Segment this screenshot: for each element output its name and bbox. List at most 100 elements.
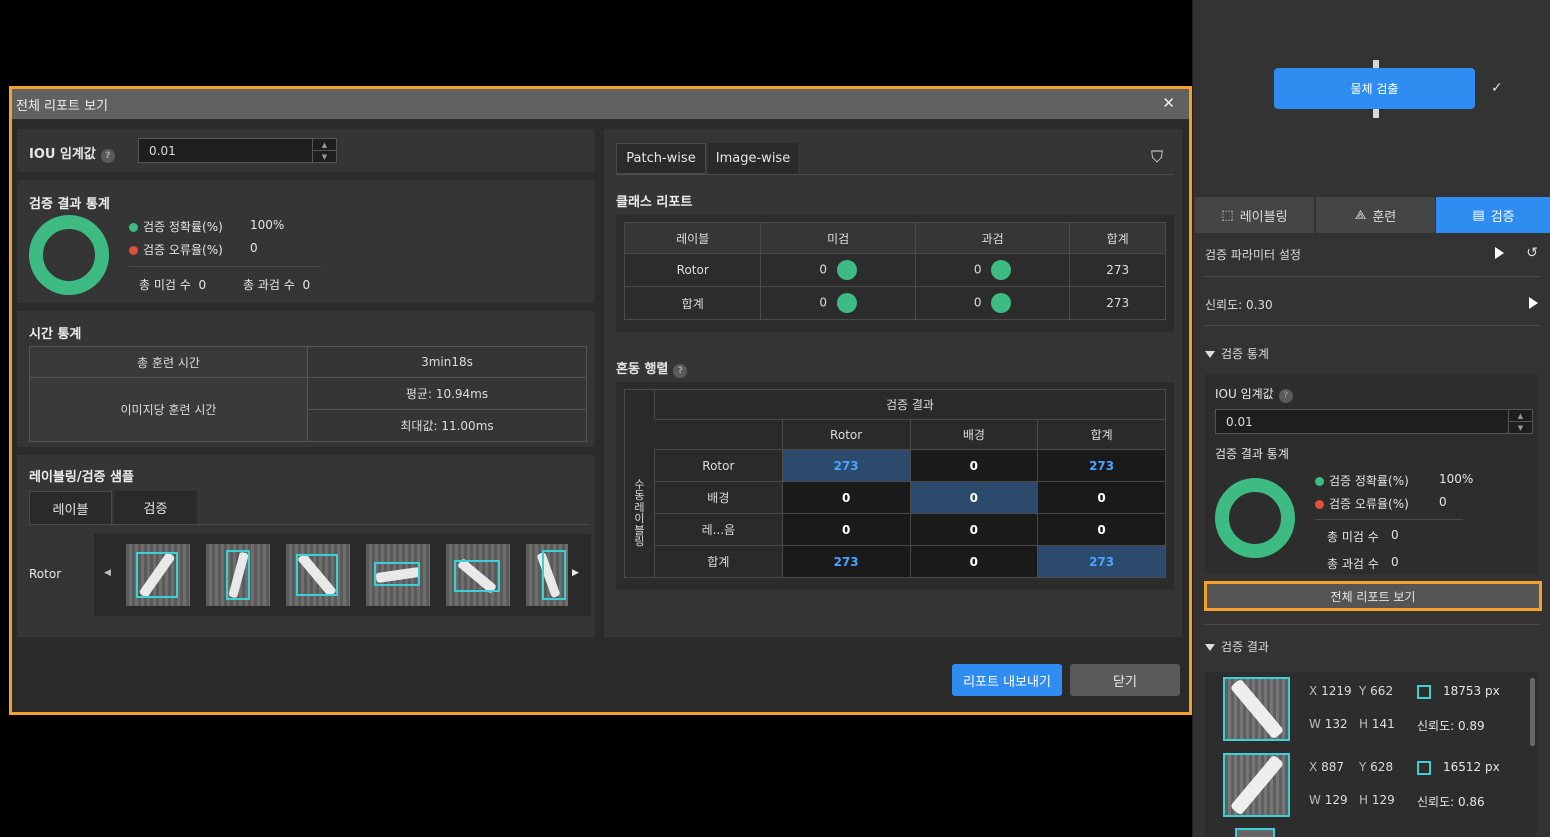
param-settings-row[interactable]: 검증 파라미터 설정 ↺ <box>1205 245 1538 263</box>
accuracy-value: 100% <box>1439 472 1474 486</box>
iou-card: IOU 임계값? 0.01 ▲ ▼ <box>17 129 595 172</box>
stats-section-label: 검증 통계 <box>1221 347 1269 361</box>
close-button[interactable]: 닫기 <box>1070 664 1180 696</box>
iou-label-row: IOU 임계값? <box>29 143 115 163</box>
time-stats-title: 시간 통계 <box>29 327 82 342</box>
stats-card: IOU 임계값? 0.01 ▲ ▼ 검증 결과 통계 검증 정확률(%) 100%… <box>1205 374 1537 574</box>
tab-training[interactable]: ⟁ 훈련 <box>1316 197 1435 233</box>
iou-input[interactable]: 0.01 ▲ ▼ <box>1215 409 1533 434</box>
prev-arrow-icon[interactable]: ◀ <box>104 568 111 578</box>
iou-input[interactable]: 0.01 ▲ ▼ <box>138 138 337 163</box>
sample-thumbnail[interactable] <box>206 544 270 606</box>
labeling-icon: ⬚ <box>1221 207 1234 223</box>
stepper-up-icon[interactable]: ▲ <box>1509 410 1532 422</box>
accuracy-donut <box>29 215 109 295</box>
list-item[interactable]: X 1219 Y 662 18753 px W 132 H 141 신뢰도: 0… <box>1205 672 1527 744</box>
y-value: 628 <box>1370 760 1394 774</box>
divider <box>1203 325 1540 326</box>
cm-cell: 0 <box>909 513 1039 546</box>
dialog-titlebar: 전체 리포트 보기 <box>12 89 1189 119</box>
help-icon[interactable]: ? <box>673 364 688 378</box>
filter-icon[interactable]: ⛉ <box>1151 147 1163 167</box>
training-icon: ⟁ <box>1354 207 1367 223</box>
scrollbar[interactable] <box>1530 678 1535 746</box>
bbox <box>374 562 420 586</box>
object-detection-node-button[interactable]: 물체 검출 <box>1274 68 1475 109</box>
miss-value: 0 <box>819 295 827 310</box>
red-dot-icon <box>1315 500 1324 509</box>
column-header: 레이블 <box>623 222 762 254</box>
export-report-button[interactable]: 리포트 내보내기 <box>952 664 1062 696</box>
error-label: 검증 오류율(%) <box>1329 497 1409 511</box>
confusion-title-row: 혼동 행렬? <box>616 358 688 378</box>
iou-label: IOU 임계값 <box>1215 387 1274 401</box>
sample-thumbnail[interactable] <box>126 544 190 606</box>
confidence-label: 신뢰도: 0.30 <box>1205 298 1273 312</box>
over-label: 총 과검 수 <box>243 278 295 292</box>
row-label: Rotor <box>623 253 762 287</box>
rotor-image <box>1229 754 1285 816</box>
over-cell: 0 <box>914 253 1071 287</box>
bbox <box>136 552 178 598</box>
over-value: 0 <box>973 295 982 310</box>
results-section-header[interactable]: 검증 결과 <box>1205 638 1538 655</box>
iou-value: 0.01 <box>1226 414 1253 429</box>
tab-image-wise[interactable]: Image-wise <box>708 143 798 174</box>
sample-gallery[interactable]: ◀ ▶ <box>94 534 591 616</box>
row-label: 합계 <box>653 545 783 578</box>
samples-card: 레이블링/검증 샘플 레이블 검증 Rotor ◀ ▶ <box>17 455 595 637</box>
expand-arrow-icon[interactable] <box>1529 297 1538 309</box>
time-stats-card: 시간 통계 총 훈련 시간 3min18s 이미지당 훈련 시간 평균: 10.… <box>17 311 595 447</box>
total-train-time-label: 총 훈련 시간 <box>29 346 308 378</box>
sample-thumbnail[interactable] <box>286 544 350 606</box>
next-arrow-icon[interactable]: ▶ <box>572 568 579 578</box>
tab-validation[interactable]: ▤ 검증 <box>1436 197 1550 233</box>
tab-validation-samples[interactable]: 검증 <box>114 491 197 524</box>
bbox <box>454 560 500 592</box>
h-value: 141 <box>1371 717 1395 731</box>
sample-thumbnail[interactable] <box>366 544 430 606</box>
play-icon[interactable] <box>1495 247 1504 259</box>
collapse-icon <box>1205 351 1215 358</box>
samples-title: 레이블링/검증 샘플 <box>29 470 134 485</box>
avg-time-value: 평균: 10.94ms <box>307 377 587 410</box>
tab-label-samples[interactable]: 레이블 <box>29 491 112 524</box>
sample-thumbnail[interactable] <box>526 544 568 606</box>
tab-patch-wise[interactable]: Patch-wise <box>616 143 706 174</box>
confusion-title: 혼동 행렬 <box>616 362 669 377</box>
confidence-row[interactable]: 신뢰도: 0.30 <box>1205 296 1538 313</box>
cm-cell: 273 <box>1037 449 1166 482</box>
h-label: H <box>1359 793 1369 807</box>
stats-section-header[interactable]: 검증 통계 <box>1205 345 1538 362</box>
full-report-button[interactable]: 전체 리포트 보기 <box>1204 581 1542 611</box>
cm-cell: 0 <box>1037 481 1166 514</box>
area-value: 18753 px <box>1443 684 1500 698</box>
results-section-label: 검증 결과 <box>1221 640 1269 654</box>
sample-thumbnail[interactable] <box>446 544 510 606</box>
miss-cell: 0 <box>760 253 916 287</box>
stepper-down-icon[interactable]: ▼ <box>1509 422 1532 433</box>
h-label: H <box>1359 717 1369 731</box>
help-icon[interactable]: ? <box>100 149 115 163</box>
error-row: 검증 오류율(%) <box>1315 495 1409 512</box>
miss-value: 0 <box>1391 528 1399 542</box>
close-icon[interactable]: ✕ <box>1162 94 1175 112</box>
iou-stepper[interactable]: ▲ ▼ <box>312 139 336 162</box>
validation-icon: ▤ <box>1472 207 1485 223</box>
results-list[interactable]: X 1219 Y 662 18753 px W 132 H 141 신뢰도: 0… <box>1205 672 1537 837</box>
bbox <box>542 550 566 600</box>
column-header: 과검 <box>914 222 1071 254</box>
cm-cell: 273 <box>781 449 911 482</box>
result-thumbnail <box>1223 753 1290 817</box>
help-icon[interactable]: ? <box>1278 389 1293 403</box>
stepper-down-icon[interactable]: ▼ <box>313 151 336 162</box>
result-thumbnail <box>1223 677 1290 741</box>
history-icon[interactable]: ↺ <box>1526 245 1538 261</box>
stepper-up-icon[interactable]: ▲ <box>313 139 336 151</box>
tab-labeling[interactable]: ⬚ 레이블링 <box>1195 197 1314 233</box>
row-label: 레...음 <box>653 513 783 546</box>
list-item[interactable]: X 887 Y 628 16512 px W 129 H 129 신뢰도: 0.… <box>1205 748 1527 820</box>
param-settings-label: 검증 파라미터 설정 <box>1205 248 1301 262</box>
iou-label: IOU 임계값 <box>29 147 96 162</box>
iou-stepper[interactable]: ▲ ▼ <box>1508 410 1532 433</box>
